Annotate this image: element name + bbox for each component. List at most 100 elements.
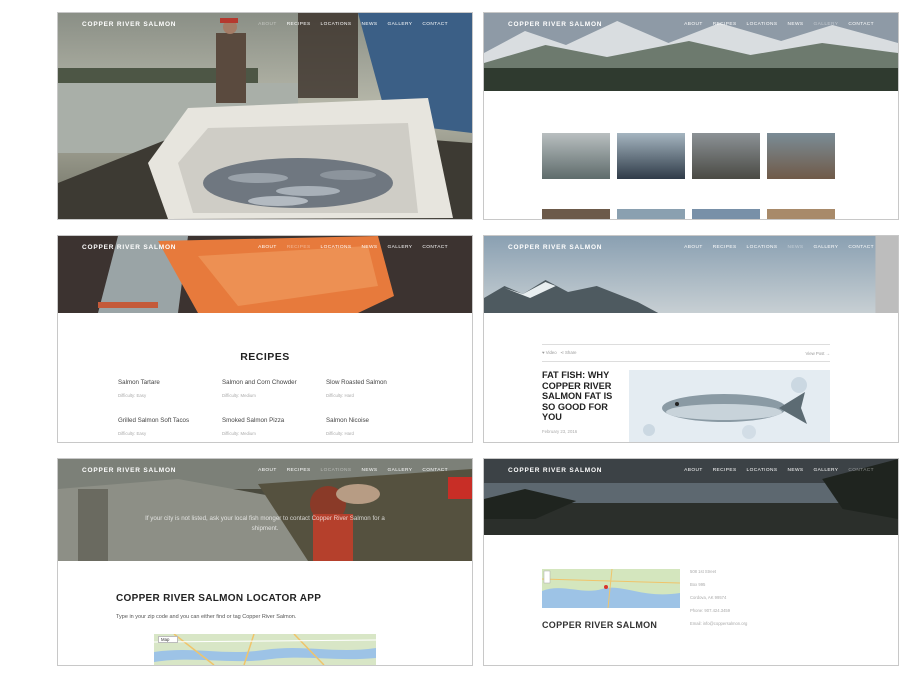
news-date: February 23, 2016	[542, 429, 578, 434]
nav-gallery[interactable]: GALLERY	[814, 22, 839, 27]
nav-locations[interactable]: LOCATIONS	[747, 245, 778, 250]
nav-locations[interactable]: LOCATIONS	[321, 468, 352, 473]
nav-gallery[interactable]: GALLERY	[388, 468, 413, 473]
nav-contact[interactable]: CONTACT	[422, 468, 448, 473]
screenshot-gallery: COPPER RIVER SALMON ABOUT RECIPES LOCATI…	[483, 12, 899, 220]
nav-contact[interactable]: CONTACT	[848, 22, 874, 27]
nav-recipes[interactable]: RECIPES	[287, 245, 311, 250]
nav-news[interactable]: NEWS	[788, 22, 804, 27]
nav-locations[interactable]: LOCATIONS	[747, 468, 778, 473]
nav-news[interactable]: NEWS	[362, 22, 378, 27]
nav-menu: ABOUT RECIPES LOCATIONS NEWS GALLERY CON…	[684, 22, 874, 27]
nav-gallery[interactable]: GALLERY	[388, 245, 413, 250]
nav-gallery[interactable]: GALLERY	[814, 468, 839, 473]
salmon-photo[interactable]	[629, 370, 830, 442]
nav-locations[interactable]: LOCATIONS	[321, 245, 352, 250]
screenshot-contact: COPPER RIVER SALMON ABOUT RECIPES LOCATI…	[483, 458, 899, 666]
recipe-item[interactable]: Salmon Nicoise Difficulty: Hard	[326, 417, 369, 436]
recipe-difficulty: Difficulty: Medium	[222, 431, 256, 436]
address-line: 508 1st Street	[690, 569, 717, 574]
top-nav: COPPER RIVER SALMON ABOUT RECIPES LOCATI…	[58, 236, 472, 258]
nav-news[interactable]: NEWS	[788, 468, 804, 473]
nav-gallery[interactable]: GALLERY	[388, 22, 413, 27]
gallery-thumb[interactable]	[617, 209, 685, 219]
screenshot-recipes: COPPER RIVER SALMON ABOUT RECIPES LOCATI…	[57, 235, 473, 443]
news-share-bar: ♥ Video ⋖ Share View Post →	[542, 344, 830, 362]
contact-map[interactable]	[542, 569, 680, 608]
top-nav: COPPER RIVER SALMON ABOUT RECIPES LOCATI…	[58, 459, 472, 481]
address-line: Box 995	[690, 582, 706, 587]
map-mode-select[interactable]: Map	[158, 636, 179, 643]
gallery-thumb[interactable]	[767, 209, 835, 219]
recipe-name[interactable]: Slow Roasted Salmon	[326, 379, 387, 386]
phone-line[interactable]: Phone: 907.424.3459	[690, 608, 730, 613]
share-button[interactable]: ⋖ Share	[560, 350, 576, 355]
nav-about[interactable]: ABOUT	[684, 468, 703, 473]
nav-locations[interactable]: LOCATIONS	[321, 22, 352, 27]
nav-contact[interactable]: CONTACT	[848, 468, 874, 473]
locator-map[interactable]: Map	[154, 634, 376, 665]
nav-recipes[interactable]: RECIPES	[713, 245, 737, 250]
brand-logo[interactable]: COPPER RIVER SALMON	[508, 244, 602, 251]
nav-menu: ABOUT RECIPES LOCATIONS NEWS GALLERY CON…	[258, 245, 448, 250]
recipe-item[interactable]: Smoked Salmon Pizza Difficulty: Medium	[222, 417, 284, 436]
nav-recipes[interactable]: RECIPES	[287, 468, 311, 473]
screenshot-news: COPPER RIVER SALMON ABOUT RECIPES LOCATI…	[483, 235, 899, 443]
nav-about[interactable]: ABOUT	[258, 22, 277, 27]
nav-recipes[interactable]: RECIPES	[713, 22, 737, 27]
nav-menu: ABOUT RECIPES LOCATIONS NEWS GALLERY CON…	[684, 468, 874, 473]
nav-menu: ABOUT RECIPES LOCATIONS NEWS GALLERY CON…	[684, 245, 874, 250]
brand-logo[interactable]: COPPER RIVER SALMON	[82, 21, 176, 28]
nav-recipes[interactable]: RECIPES	[287, 22, 311, 27]
brand-logo[interactable]: COPPER RIVER SALMON	[82, 244, 176, 251]
like-button[interactable]: ♥ Video	[542, 350, 557, 355]
news-article-title[interactable]: FAT FISH: WHY COPPER RIVER SALMON FAT IS…	[542, 370, 626, 423]
recipe-item[interactable]: Slow Roasted Salmon Difficulty: Hard	[326, 379, 387, 398]
nav-about[interactable]: ABOUT	[258, 468, 277, 473]
nav-about[interactable]: ABOUT	[684, 22, 703, 27]
gallery-thumb[interactable]	[542, 133, 610, 179]
recipe-item[interactable]: Grilled Salmon Soft Tacos Difficulty: Eas…	[118, 417, 189, 436]
nav-contact[interactable]: CONTACT	[848, 245, 874, 250]
nav-gallery[interactable]: GALLERY	[814, 245, 839, 250]
gallery-thumb[interactable]	[617, 133, 685, 179]
nav-news[interactable]: NEWS	[362, 468, 378, 473]
nav-contact[interactable]: CONTACT	[422, 22, 448, 27]
recipe-name[interactable]: Smoked Salmon Pizza	[222, 417, 284, 424]
recipe-item[interactable]: Salmon and Corn Chowder Difficulty: Mediu…	[222, 379, 297, 398]
gallery-thumb[interactable]	[692, 209, 760, 219]
email-line[interactable]: Email: info@coppersalmon.org	[690, 621, 747, 626]
view-post-link[interactable]: View Post →	[805, 351, 830, 356]
contact-company-name: COPPER RIVER SALMON	[542, 620, 658, 630]
gallery-thumb[interactable]	[542, 209, 610, 219]
locator-intro-text: If your city is not listed, ask your loc…	[145, 515, 385, 532]
about-hero-image	[58, 13, 472, 219]
nav-contact[interactable]: CONTACT	[422, 245, 448, 250]
top-nav: COPPER RIVER SALMON ABOUT RECIPES LOCATI…	[484, 236, 898, 258]
address-line: Cordova, AK 99574	[690, 595, 727, 600]
nav-news[interactable]: NEWS	[362, 245, 378, 250]
gallery-thumb[interactable]	[692, 133, 760, 179]
brand-logo[interactable]: COPPER RIVER SALMON	[508, 467, 602, 474]
recipe-difficulty: Difficulty: Hard	[326, 393, 354, 398]
nav-menu: ABOUT RECIPES LOCATIONS NEWS GALLERY CON…	[258, 468, 448, 473]
nav-about[interactable]: ABOUT	[258, 245, 277, 250]
nav-news[interactable]: NEWS	[788, 245, 804, 250]
nav-locations[interactable]: LOCATIONS	[747, 22, 778, 27]
top-nav: COPPER RIVER SALMON ABOUT RECIPES LOCATI…	[484, 13, 898, 35]
recipe-name[interactable]: Salmon Tartare	[118, 379, 160, 386]
gallery-thumb[interactable]	[767, 133, 835, 179]
recipe-name[interactable]: Salmon and Corn Chowder	[222, 379, 297, 386]
recipe-difficulty: Difficulty: Easy	[118, 393, 147, 398]
recipe-item[interactable]: Salmon Tartare Difficulty: Easy	[118, 379, 160, 398]
share-actions: ♥ Video ⋖ Share	[542, 350, 577, 356]
nav-recipes[interactable]: RECIPES	[713, 468, 737, 473]
nav-menu: ABOUT RECIPES LOCATIONS NEWS GALLERY CON…	[258, 22, 448, 27]
recipe-name[interactable]: Salmon Nicoise	[326, 417, 369, 424]
locator-heading: COPPER RIVER SALMON LOCATOR APP	[116, 593, 322, 604]
recipe-name[interactable]: Grilled Salmon Soft Tacos	[118, 417, 189, 424]
brand-logo[interactable]: COPPER RIVER SALMON	[82, 467, 176, 474]
brand-logo[interactable]: COPPER RIVER SALMON	[508, 21, 602, 28]
locator-subtitle: Type in your zip code and you can either…	[116, 614, 297, 620]
nav-about[interactable]: ABOUT	[684, 245, 703, 250]
